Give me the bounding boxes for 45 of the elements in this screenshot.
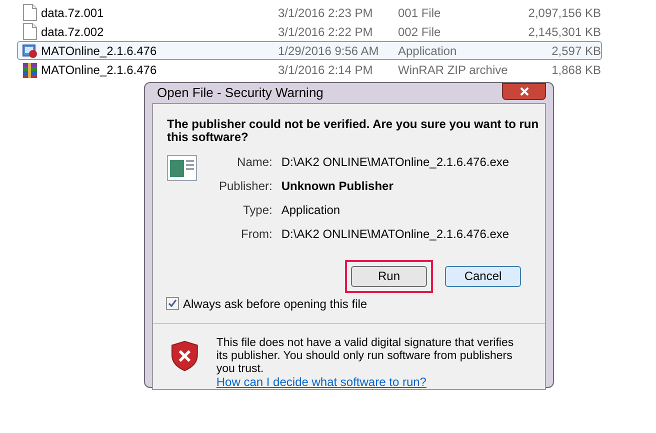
file-row[interactable]: MATOnline_2.1.6.476 1/29/2016 9:56 AM Application 2,597 KB [17, 41, 602, 60]
detail-label: Publisher: [219, 178, 272, 194]
checkbox-label: Always ask before opening this file [183, 296, 368, 312]
file-size: 2,597 KB [550, 42, 601, 60]
file-row[interactable]: MATOnline_2.1.6.476 3/1/2016 2:14 PM WinRAR ZIP archive 1,868 KB [17, 60, 602, 79]
file-row[interactable]: data.7z.002 3/1/2016 2:22 PM 002 File 2,145,301 KB [17, 22, 602, 41]
file-size: 2,145,301 KB [527, 24, 601, 40]
detail-value: D:\AK2 ONLINE\MATOnline_2.1.6.476.exe [281, 154, 510, 170]
detail-value: Application [281, 202, 342, 218]
checkbox[interactable] [166, 297, 179, 310]
shield-error-icon [171, 340, 198, 372]
dialog-button[interactable]: Run [351, 266, 427, 286]
file-date: 1/29/2016 9:56 AM [278, 42, 380, 60]
file-type: 002 File [398, 24, 442, 40]
file-size: 2,097,156 KB [527, 4, 601, 22]
detail-value: Unknown Publisher [281, 178, 394, 194]
window-title: Open File - Security Warning [156, 84, 324, 102]
file-type: Application [398, 42, 458, 60]
file-date: 3/1/2016 2:22 PM [278, 24, 374, 40]
help-link[interactable]: How can I decide what software to run? [216, 376, 527, 388]
application-window-icon [167, 154, 197, 180]
books-icon [22, 62, 38, 78]
dialog-button[interactable]: Cancel [445, 266, 521, 286]
file-name: MATOnline_2.1.6.476 [40, 42, 158, 60]
check-icon [168, 299, 177, 308]
file-name: data.7z.001 [40, 4, 105, 22]
document-icon [23, 4, 37, 21]
close-icon [520, 87, 528, 96]
file-row[interactable]: data.7z.001 3/1/2016 2:23 PM 001 File 2,097,156 KB [17, 3, 602, 22]
detail-label: Type: [242, 202, 272, 218]
file-name: MATOnline_2.1.6.476 [40, 62, 158, 78]
file-size: 1,868 KB [550, 62, 601, 78]
application-icon [22, 42, 38, 58]
file-name: data.7z.002 [40, 24, 105, 40]
file-date: 3/1/2016 2:14 PM [278, 62, 374, 78]
dialog-heading: The publisher could not be verified. Are you sure you want to run this software? [167, 118, 539, 144]
close-button[interactable] [502, 83, 546, 100]
detail-label: Name: [236, 154, 272, 170]
file-type: 001 File [398, 4, 442, 22]
file-date: 3/1/2016 2:23 PM [278, 4, 374, 22]
detail-value: D:\AK2 ONLINE\MATOnline_2.1.6.476.exe [281, 226, 510, 242]
detail-label: From: [240, 226, 272, 242]
warning-text: This file does not have a valid digital signature that verifies its publisher. You should only run software from publishers you trust. [216, 336, 515, 376]
document-icon [23, 23, 37, 40]
file-type: WinRAR ZIP archive [398, 62, 509, 78]
